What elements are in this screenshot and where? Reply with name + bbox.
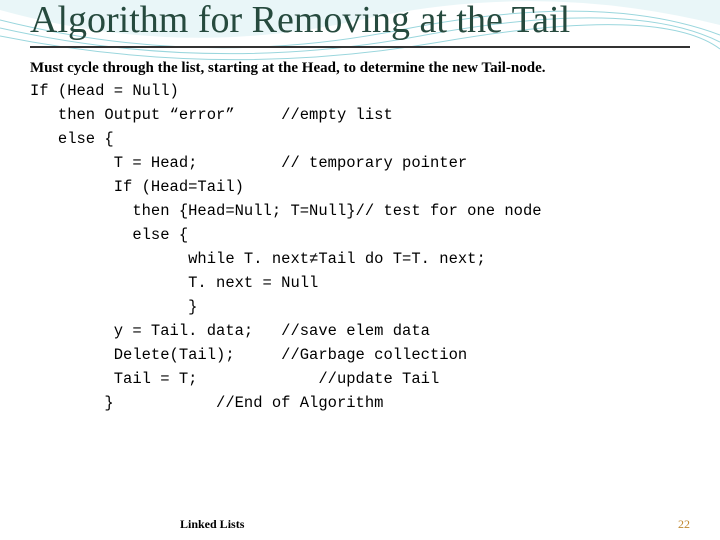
title-underline (30, 46, 690, 48)
page-number: 22 (678, 517, 690, 532)
footer-label: Linked Lists (180, 517, 244, 532)
pseudocode-block: If (Head = Null) then Output “error” //e… (30, 79, 690, 415)
slide-content: Algorithm for Removing at the Tail Must … (0, 0, 720, 415)
slide-title: Algorithm for Removing at the Tail (30, 0, 690, 42)
slide-footer: Linked Lists 22 (0, 517, 720, 532)
intro-text: Must cycle through the list, starting at… (30, 60, 690, 77)
